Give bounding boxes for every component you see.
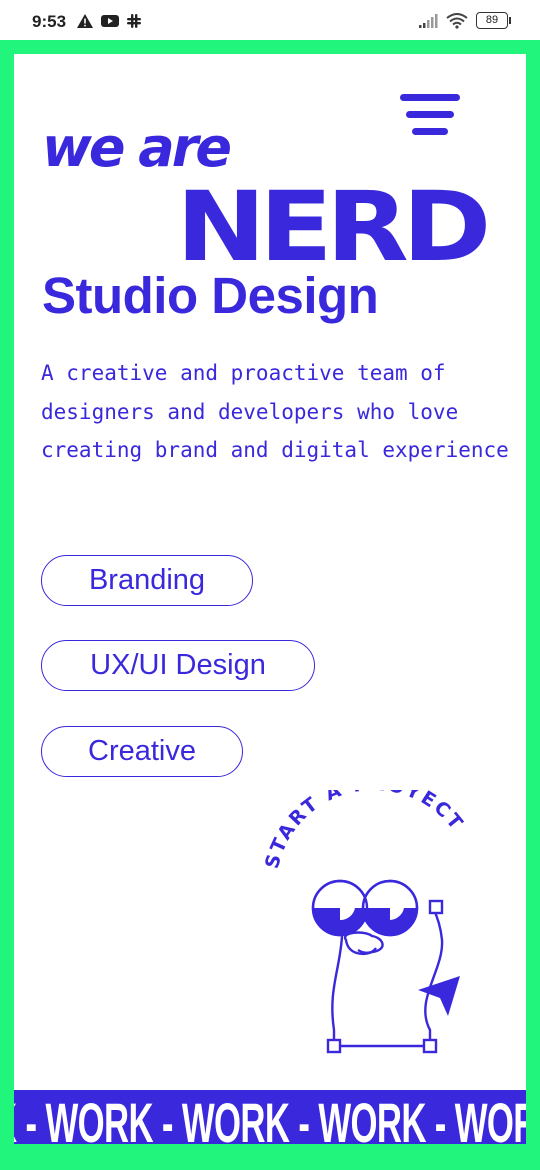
hamburger-menu-icon[interactable] bbox=[398, 94, 462, 138]
status-bar: 9:53 89 bbox=[0, 0, 540, 40]
intro-description: A creative and proactive team of designe… bbox=[41, 361, 509, 462]
app-frame: we are NERD Studio Design A creative and… bbox=[0, 40, 540, 1170]
mascot-character-icon bbox=[311, 879, 444, 1054]
work-ticker-text: K - WORK - WORK - WORK - WORK - WORK - bbox=[14, 1091, 526, 1145]
service-creative-button[interactable]: Creative bbox=[41, 726, 243, 777]
signal-icon bbox=[419, 13, 438, 28]
main-panel: we are NERD Studio Design A creative and… bbox=[14, 54, 526, 1144]
youtube-icon bbox=[101, 15, 119, 27]
hero-subtitle: Studio Design bbox=[42, 267, 379, 324]
work-ticker[interactable]: K - WORK - WORK - WORK - WORK - WORK - bbox=[14, 1090, 526, 1144]
service-branding-button[interactable]: Branding bbox=[41, 555, 253, 606]
start-project-curved-label[interactable]: START A PROYECT bbox=[261, 790, 468, 871]
battery-indicator: 89 bbox=[476, 12, 511, 29]
wifi-icon bbox=[446, 12, 468, 29]
start-project-mascot[interactable]: START A PROYECT bbox=[254, 790, 494, 1060]
notification-icons bbox=[76, 13, 142, 29]
system-icons: 89 bbox=[418, 12, 511, 29]
slack-icon bbox=[127, 14, 141, 28]
status-time: 9:53 bbox=[32, 12, 67, 31]
warning-icon bbox=[77, 14, 93, 28]
service-uxui-button[interactable]: UX/UI Design bbox=[41, 640, 315, 691]
